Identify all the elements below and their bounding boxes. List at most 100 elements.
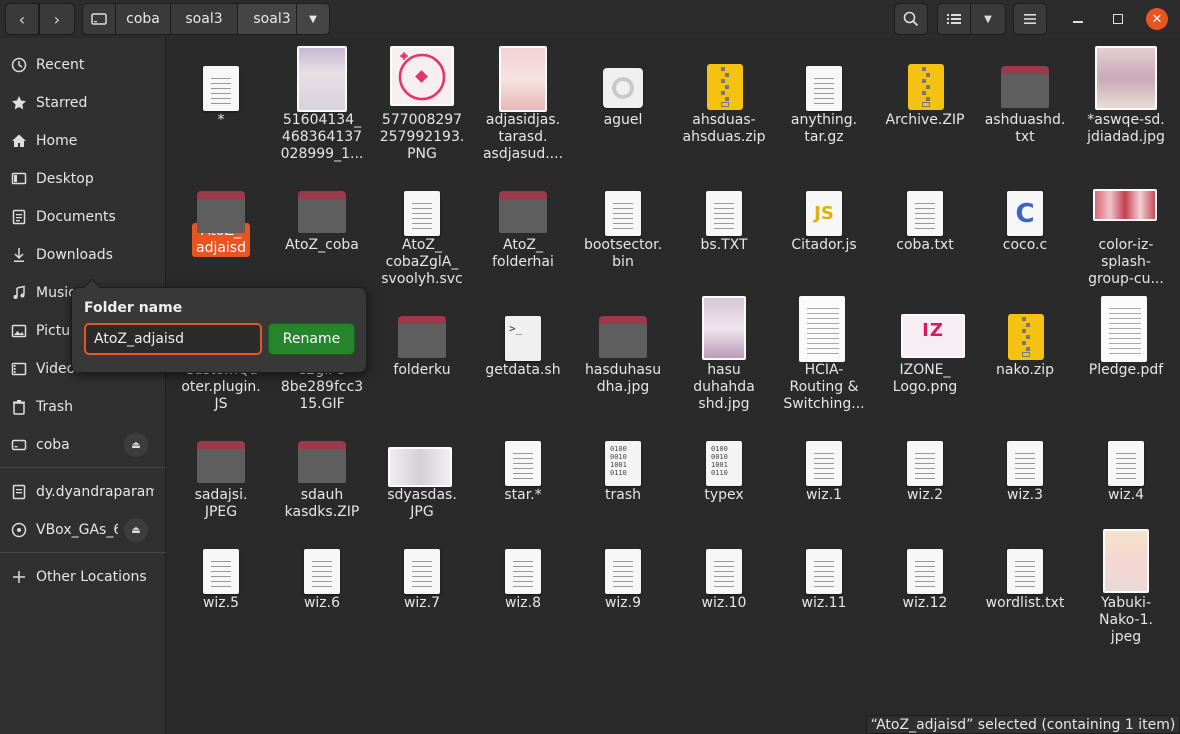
sidebar-item-downloads[interactable]: Downloads <box>0 236 166 274</box>
crumb-coba[interactable]: coba <box>115 3 171 35</box>
file-item[interactable]: wiz.2 <box>876 423 974 504</box>
minimize-button[interactable] <box>1067 8 1089 30</box>
file-item[interactable]: wiz.9 <box>574 531 672 612</box>
maximize-button[interactable] <box>1107 8 1129 30</box>
file-icon-area <box>976 48 1074 112</box>
eject-button[interactable]: ⏏ <box>124 433 148 457</box>
forward-button[interactable]: › <box>39 3 75 35</box>
file-item[interactable]: bootsector. bin <box>574 173 672 271</box>
file-item[interactable]: ashduashd. txt <box>976 48 1074 146</box>
file-item[interactable]: wiz.12 <box>876 531 974 612</box>
sidebar-item-trash[interactable]: Trash <box>0 388 166 426</box>
file-item[interactable]: wordlist.txt <box>976 531 1074 612</box>
file-item[interactable]: wiz.5 <box>172 531 270 612</box>
sidebar-item-documents[interactable]: Documents <box>0 198 166 236</box>
close-button[interactable]: ✕ <box>1146 8 1168 30</box>
file-name-line: wiz.9 <box>604 595 642 611</box>
file-item[interactable]: AtoZ_ folderhai <box>474 173 572 271</box>
text-line <box>915 463 935 464</box>
file-item[interactable]: Archive.ZIP <box>876 48 974 129</box>
file-item[interactable]: wiz.11 <box>775 531 873 612</box>
sidebar-item-starred[interactable]: Starred <box>0 84 166 122</box>
file-item[interactable]: ahsduas-ahsduas.zip <box>675 48 773 146</box>
file-item[interactable]: * <box>172 48 270 129</box>
file-item[interactable]: wiz.1 <box>775 423 873 504</box>
file-item[interactable]: AtoZ_coba <box>273 173 371 254</box>
file-item[interactable]: 577008297 257992193. PNG <box>373 46 471 163</box>
file-item[interactable]: hasu duhahda shd.jpg <box>675 296 773 413</box>
file-item[interactable]: Ccoco.c <box>976 173 1074 254</box>
file-item[interactable]: coba.txt <box>876 173 974 254</box>
file-item[interactable]: folderku <box>373 298 471 379</box>
file-name: anything. tar.gz <box>775 112 873 146</box>
crumb-menu-button[interactable]: ▼ <box>296 3 330 35</box>
view-options-button[interactable]: ▼ <box>970 3 1006 35</box>
sidebar-item-vbox[interactable]: VBox_GAs_6... ⏏ <box>0 511 166 549</box>
file-item[interactable]: *aswqe-sd. jdiadad.jpg <box>1077 46 1175 146</box>
file-item[interactable]: sdyasdas. JPG <box>373 423 471 521</box>
zipper-tooth <box>725 85 729 89</box>
file-item[interactable]: hasduhasu dha.jpg <box>574 298 672 396</box>
sidebar-item-network-share[interactable]: dy.dyandraparamitha... <box>0 473 166 511</box>
rename-button[interactable]: Rename <box>268 323 355 355</box>
file-item[interactable]: Pledge.pdf <box>1077 296 1175 379</box>
file-name: wiz.7 <box>373 595 471 612</box>
file-name-line: Routing & <box>789 379 859 395</box>
file-item[interactable]: Yabuki- Nako-1. jpeg <box>1077 529 1175 646</box>
file-name-line: trash <box>605 487 641 503</box>
file-item[interactable]: wiz.3 <box>976 423 1074 504</box>
file-name-line: txt <box>1015 129 1035 145</box>
crumb-soal3[interactable]: soal3 <box>170 3 238 35</box>
file-item[interactable]: HCIA- Routing & Switching... <box>775 296 873 413</box>
file-item[interactable]: bs.TXT <box>675 173 773 254</box>
file-item[interactable]: >_ getdata.sh <box>474 298 572 379</box>
sidebar-item-recent[interactable]: Recent <box>0 46 166 84</box>
file-item[interactable]: nako.zip <box>976 298 1074 379</box>
file-item[interactable]: 0100 0010 1001 0110 typex <box>675 423 773 504</box>
file-item[interactable]: anything. tar.gz <box>775 48 873 146</box>
file-name-line: wiz.3 <box>1006 487 1044 503</box>
file-item[interactable]: aguel <box>574 48 672 129</box>
file-item[interactable]: star.* <box>474 423 572 504</box>
folder-name-input[interactable]: AtoZ_adjaisd <box>84 323 262 355</box>
text-line <box>814 576 834 577</box>
back-button[interactable]: ‹ <box>5 3 39 35</box>
file-name-line: HCIA- <box>804 362 844 378</box>
file-item[interactable]: AtoZ_ cobaZglA_ svoolyh.svc <box>373 173 471 288</box>
main-menu-button[interactable] <box>1013 3 1047 35</box>
list-view-button[interactable] <box>937 3 971 35</box>
text-line <box>513 581 533 582</box>
file-item[interactable]: AtoZ_adjaisd <box>172 173 270 257</box>
file-item[interactable]: color-iz-splash-group-cu... <box>1077 173 1175 288</box>
text-line <box>1015 468 1035 469</box>
search-button[interactable] <box>894 3 928 35</box>
sidebar-item-other-locations[interactable]: Other Locations <box>0 558 166 596</box>
file-item[interactable]: wiz.6 <box>273 531 371 612</box>
file-name: wordlist.txt <box>976 595 1074 612</box>
text-line <box>714 203 734 204</box>
file-icon-area <box>675 173 773 237</box>
file-item[interactable]: wiz.10 <box>675 531 773 612</box>
sidebar-item-home[interactable]: Home <box>0 122 166 160</box>
file-item[interactable]: adjasidjas. tarasd. asdjasud.... <box>474 46 572 163</box>
file-item[interactable]: 0100 0010 1001 0110 trash <box>574 423 672 504</box>
text-line <box>211 93 231 94</box>
file-item[interactable]: wiz.4 <box>1077 423 1175 504</box>
sidebar-item-coba[interactable]: coba ⏏ <box>0 426 166 464</box>
eject-button[interactable]: ⏏ <box>124 518 148 542</box>
zipper-tooth <box>1022 317 1026 321</box>
file-item[interactable]: JS Citador.js <box>775 173 873 254</box>
music-icon <box>13 285 25 299</box>
drive-root-crumb[interactable] <box>82 3 116 35</box>
file-name: Citador.js <box>775 237 873 254</box>
file-item[interactable]: 51604134_ 468364137 028999_1... <box>273 46 371 163</box>
file-item[interactable]: sdauh kasdks.ZIP <box>273 423 371 521</box>
file-item[interactable]: IZ IZONE_ Logo.png <box>876 298 974 396</box>
folder-body <box>599 324 647 358</box>
text-line <box>613 208 633 209</box>
file-item[interactable]: wiz.7 <box>373 531 471 612</box>
file-item[interactable]: wiz.8 <box>474 531 572 612</box>
file-name-line: getdata.sh <box>485 362 561 378</box>
file-item[interactable]: sadajsi. JPEG <box>172 423 270 521</box>
sidebar-item-desktop[interactable]: Desktop <box>0 160 166 198</box>
